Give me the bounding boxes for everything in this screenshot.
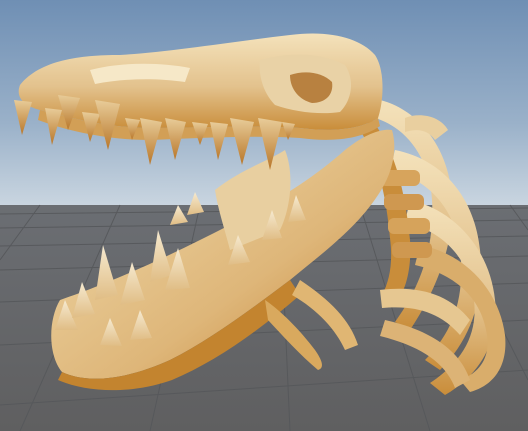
skeleton-model[interactable]	[0, 0, 528, 431]
scene-viewport[interactable]	[0, 0, 528, 431]
lower-jaw	[51, 129, 395, 391]
upper-skull	[14, 33, 383, 170]
